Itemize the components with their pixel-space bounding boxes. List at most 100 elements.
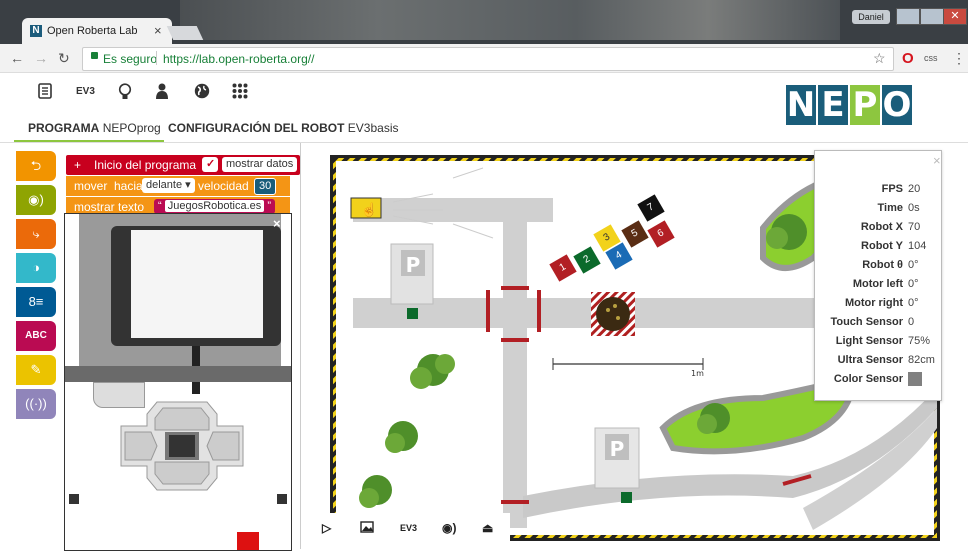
user-icon[interactable] — [156, 83, 168, 104]
sensor-label: Robot X — [860, 221, 903, 233]
app-header: EV3 NEPO PROGRAMA NEPOprog CONFIGURACIÓN… — [0, 73, 968, 143]
color-block-number: 7 — [645, 201, 656, 214]
nepo-logo: NEPO — [786, 85, 914, 125]
start-program-block[interactable]: + Inicio del programa ✓ mostrar datos — [66, 155, 300, 175]
brick-port — [69, 494, 79, 504]
ev3-brick-view[interactable]: × — [64, 213, 292, 551]
sensor-value: 20 — [908, 183, 921, 195]
tab-close-button[interactable]: × — [154, 23, 162, 38]
category-logic[interactable]: ◑ — [16, 253, 56, 283]
sensor-label: Motor right — [844, 297, 903, 309]
address-bar[interactable]: Es seguro https://lab.open-roberta.org//… — [82, 47, 894, 71]
sensor-row: Motor right 0° — [815, 297, 941, 316]
tab-program-name: NEPOprog — [102, 121, 161, 135]
sensor-label: Robot θ — [862, 259, 903, 271]
sensor-value: 70 — [908, 221, 921, 233]
brick-enter-button — [169, 435, 195, 457]
ev3-display-button[interactable]: EV3 — [400, 523, 417, 533]
sensor-label: Ultra Sensor — [837, 354, 903, 366]
simulation-toolbar: ▷ EV3 ◉) ⏏ — [310, 513, 510, 547]
reload-icon[interactable]: ↻ — [58, 50, 70, 67]
color-block-number: 4 — [613, 249, 624, 262]
category-messages[interactable]: ((·)) — [16, 389, 56, 419]
brick-port — [277, 494, 287, 504]
language-globe-icon[interactable] — [194, 83, 210, 104]
direction-dropdown[interactable]: delante ▾ — [142, 178, 195, 193]
sensor-row: Motor left 0° — [815, 278, 941, 297]
text-icon: ABC — [25, 330, 47, 341]
category-colors[interactable]: ✎ — [16, 355, 56, 385]
desktop-wallpaper — [180, 0, 840, 40]
sensor-label: Light Sensor — [835, 335, 903, 347]
category-action[interactable]: ⮌ — [16, 151, 56, 181]
sensor-value: 104 — [908, 240, 927, 252]
back-arrow-icon[interactable]: ← — [10, 50, 24, 66]
brick-close-icon[interactable]: × — [273, 216, 281, 231]
category-control[interactable]: ⤷ — [16, 219, 56, 249]
tab-program-label: PROGRAMA — [28, 121, 100, 135]
play-button[interactable]: ▷ — [322, 521, 331, 535]
sensor-value: 0° — [908, 297, 919, 309]
opera-extension-icon[interactable]: O — [902, 50, 914, 67]
sensor-value: 0° — [908, 278, 919, 290]
browser-menu-icon[interactable]: ⋮ — [952, 50, 966, 67]
robot-menu[interactable]: EV3 — [76, 86, 95, 97]
window-minimize-button[interactable] — [896, 8, 920, 25]
tab-config-name: EV3basis — [347, 121, 399, 135]
url-text[interactable]: https://lab.open-roberta.org// — [163, 52, 314, 66]
new-tab-button[interactable] — [166, 26, 204, 40]
panel-divider — [300, 143, 301, 549]
user-profile-badge[interactable]: Daniel — [852, 10, 890, 24]
file-menu-icon[interactable] — [38, 83, 52, 104]
bookmark-star-icon[interactable]: ☆ — [873, 50, 886, 67]
speed-input[interactable]: 30 — [254, 178, 277, 195]
math-icon: 8≡ — [28, 294, 44, 309]
sensor-values-panel: × FPS 20 Time 0s Robot X 70 Robot Y 104 Robot θ 0… — [814, 150, 942, 401]
logo-letter: O — [882, 85, 912, 125]
category-math[interactable]: 8≡ — [16, 287, 56, 317]
browser-toolbar: ← → ↻ Es seguro https://lab.open-roberta… — [0, 44, 968, 73]
upload-icon[interactable]: ⏏ — [482, 521, 493, 535]
plus-icon[interactable]: + — [74, 158, 81, 172]
text-literal-block[interactable]: “ JuegosRobotica.es ” — [154, 199, 276, 214]
category-sensors[interactable]: ◉) — [16, 185, 56, 215]
drive-block-label: mover — [74, 179, 108, 193]
show-text-label: mostrar texto — [74, 200, 145, 214]
sensor-value: 0° — [908, 259, 919, 271]
brick-band — [65, 366, 291, 382]
sensor-value: 75% — [908, 335, 931, 347]
show-data-checkbox[interactable]: ✓ — [202, 157, 218, 172]
sound-icon[interactable]: ◉) — [442, 521, 456, 535]
sensor-label: Motor left — [852, 278, 903, 290]
brick-button-pad — [117, 400, 247, 492]
forward-arrow-icon[interactable]: → — [34, 50, 48, 66]
sensor-row: Ultra Sensor 82cm — [815, 354, 941, 373]
color-block-number: 3 — [601, 231, 612, 244]
drive-block[interactable]: mover hacia delante ▾ velocidad 30 — [66, 176, 290, 196]
sensor-row: Touch Sensor 0 — [815, 316, 941, 335]
sensor-value: 82cm — [908, 354, 935, 366]
panel-close-button[interactable]: × — [933, 153, 941, 168]
window-close-button[interactable]: ✕ — [943, 8, 967, 25]
image-icon[interactable] — [360, 521, 374, 536]
tab-robot-configuration[interactable]: CONFIGURACIÓN DEL ROBOT EV3basis — [168, 121, 399, 135]
category-text[interactable]: ABC — [16, 321, 56, 351]
color-block-number: 5 — [629, 227, 640, 240]
tab-program[interactable]: PROGRAMA NEPOprog — [28, 121, 161, 135]
browser-tab[interactable]: N Open Roberta Lab × — [22, 18, 172, 44]
address-divider — [156, 51, 157, 65]
brick-stop-button[interactable] — [237, 532, 259, 550]
brick-top-plate — [79, 214, 281, 394]
gallery-grid-icon[interactable] — [232, 83, 248, 104]
action-icon: ⮌ — [30, 158, 42, 173]
sensor-row: Robot X 70 — [815, 221, 941, 240]
logo-letter: P — [850, 85, 880, 125]
hand-cursor-icon: ☝ — [361, 201, 377, 218]
parking-label-1: P — [406, 253, 421, 277]
sensor-row: Color Sensor — [815, 372, 941, 392]
tab-title: Open Roberta Lab — [47, 25, 138, 37]
window-maximize-button[interactable] — [920, 8, 944, 25]
css-extension-icon[interactable]: css — [924, 53, 938, 63]
help-lightbulb-icon[interactable] — [118, 83, 132, 106]
logo-letter: E — [818, 85, 848, 125]
